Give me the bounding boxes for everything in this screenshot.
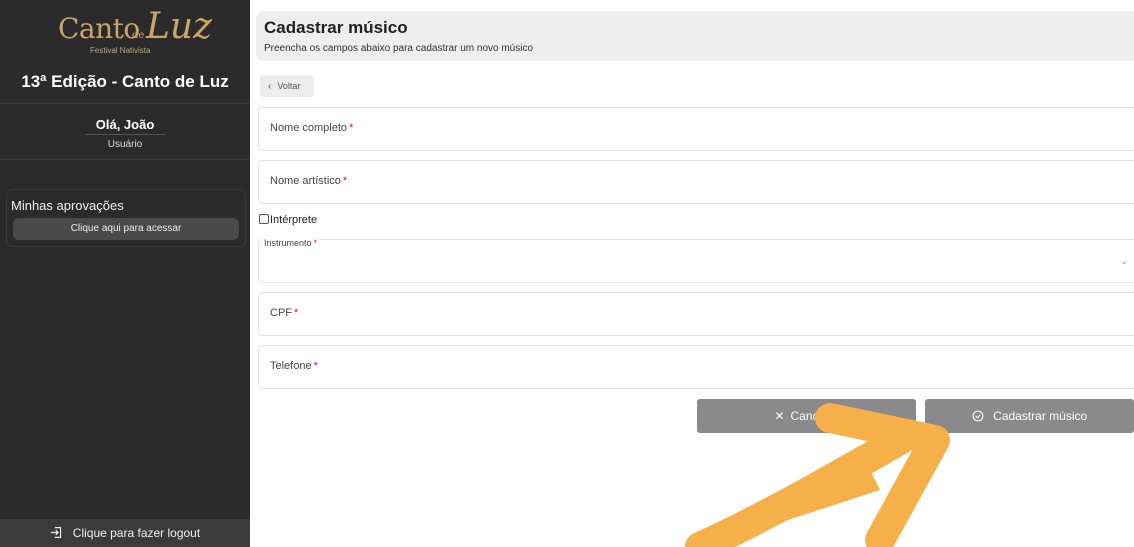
phone-label: Telefone *: [270, 360, 318, 372]
phone-field[interactable]: Telefone *: [258, 345, 1134, 389]
user-role: Usuário: [107, 139, 143, 150]
artistic-name-label: Nome artístico *: [270, 175, 348, 187]
divider: [0, 159, 250, 160]
logo-tagline: Festival Nativista: [90, 46, 151, 55]
instrument-label: Instrumento *: [262, 238, 320, 248]
chevron-left-icon: ‹: [268, 81, 272, 92]
artistic-name-field[interactable]: Nome artístico *: [258, 160, 1134, 204]
page-title: Cadastrar músico: [264, 18, 408, 37]
cancel-button[interactable]: ✕ Cancelar: [697, 399, 916, 433]
required-mark: *: [349, 122, 354, 134]
instrument-select[interactable]: Instrumento * ⌄: [258, 238, 1134, 283]
logout-label: Clique para fazer logout: [72, 526, 201, 540]
required-mark: *: [313, 360, 318, 372]
full-name-label: Nome completo *: [270, 122, 354, 134]
cpf-label: CPF *: [270, 307, 299, 319]
cancel-label: Cancelar: [790, 409, 839, 423]
edition-title: 13ª Edição - Canto de Luz: [21, 72, 229, 91]
logo-luz: Luz: [146, 6, 213, 47]
interprete-checkbox[interactable]: [259, 214, 269, 224]
festival-logo: Canto de Luz Festival Nativista: [50, 6, 212, 62]
approvals-access-button[interactable]: Clique aqui para acessar: [13, 218, 239, 240]
approvals-title: Minhas aprovações: [11, 198, 124, 213]
cpf-field[interactable]: CPF *: [258, 292, 1134, 336]
back-button[interactable]: ‹ Voltar: [260, 75, 314, 97]
interprete-option[interactable]: Intérprete: [259, 214, 317, 226]
check-circle-icon: [972, 409, 987, 423]
logo-de: de: [132, 30, 145, 41]
approvals-panel: Minhas aprovações Clique aqui para acess…: [6, 189, 246, 247]
required-mark: *: [342, 175, 348, 187]
submit-label: Cadastrar músico: [993, 409, 1088, 423]
submit-button[interactable]: Cadastrar músico: [925, 399, 1134, 433]
page-header: Cadastrar músico Preencha os campos abai…: [256, 11, 1134, 61]
divider: [85, 134, 165, 135]
required-mark: *: [313, 238, 318, 248]
logout-button[interactable]: Clique para fazer logout: [0, 519, 250, 547]
page-subtitle: Preencha os campos abaixo para cadastrar…: [264, 43, 534, 54]
full-name-field[interactable]: Nome completo *: [258, 107, 1134, 151]
required-mark: *: [294, 307, 299, 319]
close-icon: ✕: [774, 409, 785, 423]
divider: [0, 103, 250, 104]
interprete-label: Intérprete: [270, 214, 318, 226]
logout-icon: [50, 519, 63, 547]
user-greeting: Olá, João: [95, 117, 155, 132]
chevron-down-icon: ⌄: [1120, 256, 1128, 266]
sidebar: Canto de Luz Festival Nativista 13ª Ediç…: [0, 0, 250, 547]
logo-canto: Canto: [58, 12, 140, 45]
back-label: Voltar: [277, 81, 301, 91]
